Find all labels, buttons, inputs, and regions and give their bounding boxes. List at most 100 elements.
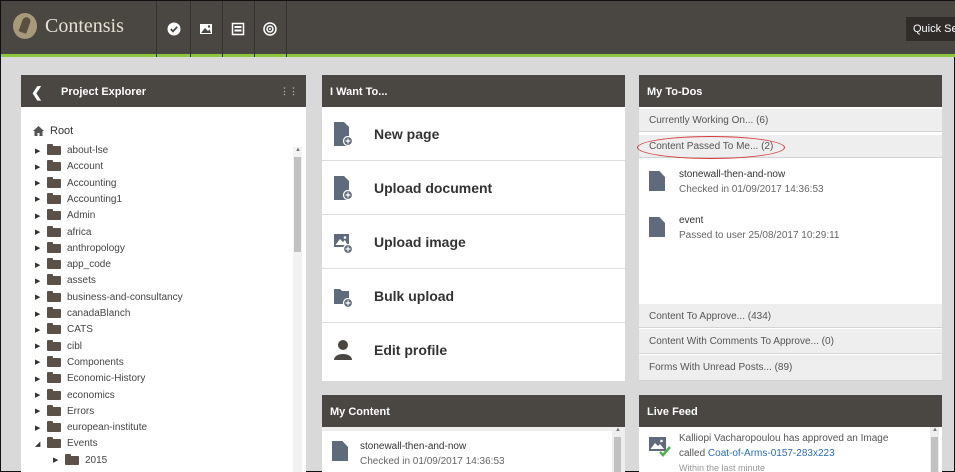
check-icon[interactable]	[158, 1, 190, 57]
caret-right-icon[interactable]: ▶	[35, 163, 43, 171]
tree-item[interactable]: ▶ Admin	[35, 208, 95, 223]
scrollbar-thumb[interactable]	[931, 437, 938, 472]
caret-right-icon[interactable]: ▶	[35, 277, 43, 285]
scrollbar-thumb[interactable]	[294, 157, 301, 252]
live-feed-panel: Live Feed Kalliopi Vacharopoulou has app…	[639, 395, 942, 472]
action-label: New page	[374, 125, 440, 142]
tree-item[interactable]: ▶ Accounting	[35, 176, 116, 191]
tree-item[interactable]: ▶ Economic-History	[35, 371, 145, 386]
settings-icon[interactable]	[254, 1, 286, 57]
tree-item[interactable]: ▶ Account	[35, 159, 103, 174]
content-item[interactable]: stonewall-then-and-now Checked in 01/09/…	[322, 431, 612, 472]
tree-scrollbar[interactable]: ▲	[293, 147, 302, 472]
caret-right-icon[interactable]: ▶	[35, 407, 43, 415]
folder-icon	[47, 176, 61, 188]
doc-detail: Passed to user 25/08/2017 10:29:11	[679, 230, 840, 241]
tree-item[interactable]: ▶ Errors	[35, 404, 94, 419]
project-explorer-panel: ❮ Project Explorer ⋮⋮ Root ▶ about-lse ▶ Ac…	[21, 75, 306, 472]
live-feed-scrollbar[interactable]: ▲	[930, 427, 939, 472]
caret-right-icon[interactable]: ▶	[35, 342, 43, 350]
my-content-panel: My Content stonewall-then-and-now Checke…	[322, 395, 625, 472]
tree-item[interactable]: ▶ business-and-consultancy	[35, 290, 183, 305]
forms-unread-row[interactable]: Forms With Unread Posts... (89)	[639, 355, 942, 381]
page-icon[interactable]	[222, 1, 254, 57]
my-content-scrollbar[interactable]: ▲	[613, 427, 622, 472]
content-to-approve-row[interactable]: Content To Approve... (434)	[639, 304, 942, 328]
tree-item[interactable]: ▶ cibl	[35, 339, 82, 354]
tree-item-label: assets	[67, 275, 96, 287]
tree-item[interactable]: ▶ european-institute	[35, 420, 147, 435]
tree-item[interactable]: ▶ africa	[35, 225, 91, 240]
contensis-logo[interactable]: Contensis	[13, 13, 124, 39]
upload-document-action[interactable]: Upload document	[322, 161, 625, 215]
tree-item[interactable]: ▶ Accounting1	[35, 192, 122, 207]
feed-link[interactable]: Coat-of-Arms-0157-283x223	[708, 448, 835, 459]
scroll-up-icon[interactable]: ▲	[295, 147, 301, 153]
caret-right-icon[interactable]: ▶	[35, 244, 43, 252]
caret-right-icon[interactable]: ▶	[35, 147, 43, 155]
caret-right-icon[interactable]: ▶	[35, 310, 43, 318]
user-icon	[334, 340, 352, 360]
tree-item[interactable]: ▶ Components	[35, 355, 124, 370]
caret-right-icon[interactable]: ▶	[35, 358, 43, 366]
scroll-up-icon[interactable]: ▲	[932, 427, 938, 433]
folder-icon	[47, 372, 61, 384]
leaf-logo-icon	[13, 13, 37, 39]
image-icon[interactable]	[190, 1, 222, 57]
tree-item[interactable]: ▶ anthropology	[35, 241, 125, 256]
tree-item-label: Accounting	[67, 177, 117, 189]
tree-root[interactable]: Root	[33, 125, 73, 137]
new-page-action[interactable]: New page	[322, 107, 625, 161]
my-todos-header: My To-Dos	[639, 75, 942, 107]
caret-right-icon[interactable]: ▶	[35, 261, 43, 269]
action-label: Upload image	[374, 233, 466, 250]
scroll-up-icon[interactable]: ▲	[615, 427, 621, 433]
tree-item-label: business-and-consultancy	[67, 291, 183, 303]
bulk-upload-action[interactable]: Bulk upload	[322, 269, 625, 323]
caret-right-icon[interactable]: ▶	[35, 195, 43, 203]
i-want-to-header: I Want To...	[322, 75, 625, 107]
tree-item[interactable]: ◢ Events	[35, 436, 98, 451]
caret-right-icon[interactable]: ▶	[35, 293, 43, 301]
caret-right-icon[interactable]: ▶	[35, 424, 43, 432]
my-content-title: My Content	[330, 406, 390, 418]
quick-search-button[interactable]: Quick Sea	[906, 17, 955, 41]
caret-right-icon[interactable]: ▶	[53, 456, 61, 464]
drag-handle-icon[interactable]: ⋮⋮	[280, 86, 298, 97]
tree-item[interactable]: ▶ canadaBlanch	[35, 306, 130, 321]
caret-right-icon[interactable]: ▶	[35, 375, 43, 383]
caret-right-icon[interactable]: ▶	[35, 212, 43, 220]
feed-time: Within the last minute	[679, 463, 766, 472]
tree-item[interactable]: ▶ about-lse	[35, 143, 108, 158]
todo-doc-item[interactable]: event Passed to user 25/08/2017 10:29:11	[639, 209, 942, 304]
tree-item[interactable]: ▶ economics	[35, 388, 115, 403]
tree-item-label: Components	[67, 356, 124, 368]
caret-down-icon[interactable]: ◢	[35, 440, 43, 448]
caret-right-icon[interactable]: ▶	[35, 228, 43, 236]
approved-image-icon	[649, 437, 671, 457]
caret-right-icon[interactable]: ▶	[35, 326, 43, 334]
bulk-upload-icon	[334, 288, 352, 308]
comments-to-approve-row[interactable]: Content With Comments To Approve... (0)	[639, 329, 942, 354]
my-todos-title: My To-Dos	[647, 86, 703, 98]
todo-doc-item[interactable]: stonewall-then-and-now Checked in 01/09/…	[639, 159, 942, 209]
tree-item[interactable]: ▶ app_code	[35, 257, 111, 272]
currently-working-on-row[interactable]: Currently Working On... (6)	[639, 109, 942, 132]
chevron-left-icon[interactable]: ❮	[31, 84, 43, 101]
tree-item[interactable]: ▶ CATS	[35, 322, 93, 337]
folder-icon	[47, 323, 61, 335]
tree-item-label: european-institute	[67, 422, 148, 434]
folder-icon	[47, 225, 61, 237]
tree-item[interactable]: ▶ assets	[35, 273, 96, 288]
caret-right-icon[interactable]: ▶	[35, 391, 43, 399]
live-feed-header: Live Feed	[639, 395, 942, 427]
document-icon	[332, 441, 348, 461]
tree-item[interactable]: ▶ 2015	[53, 453, 107, 468]
edit-profile-action[interactable]: Edit profile	[322, 323, 625, 377]
caret-right-icon[interactable]: ▶	[35, 179, 43, 187]
divider	[156, 1, 157, 57]
scrollbar-thumb[interactable]	[614, 437, 621, 472]
upload-image-action[interactable]: Upload image	[322, 215, 625, 269]
folder-icon	[47, 355, 61, 367]
action-label: Upload document	[374, 179, 493, 196]
